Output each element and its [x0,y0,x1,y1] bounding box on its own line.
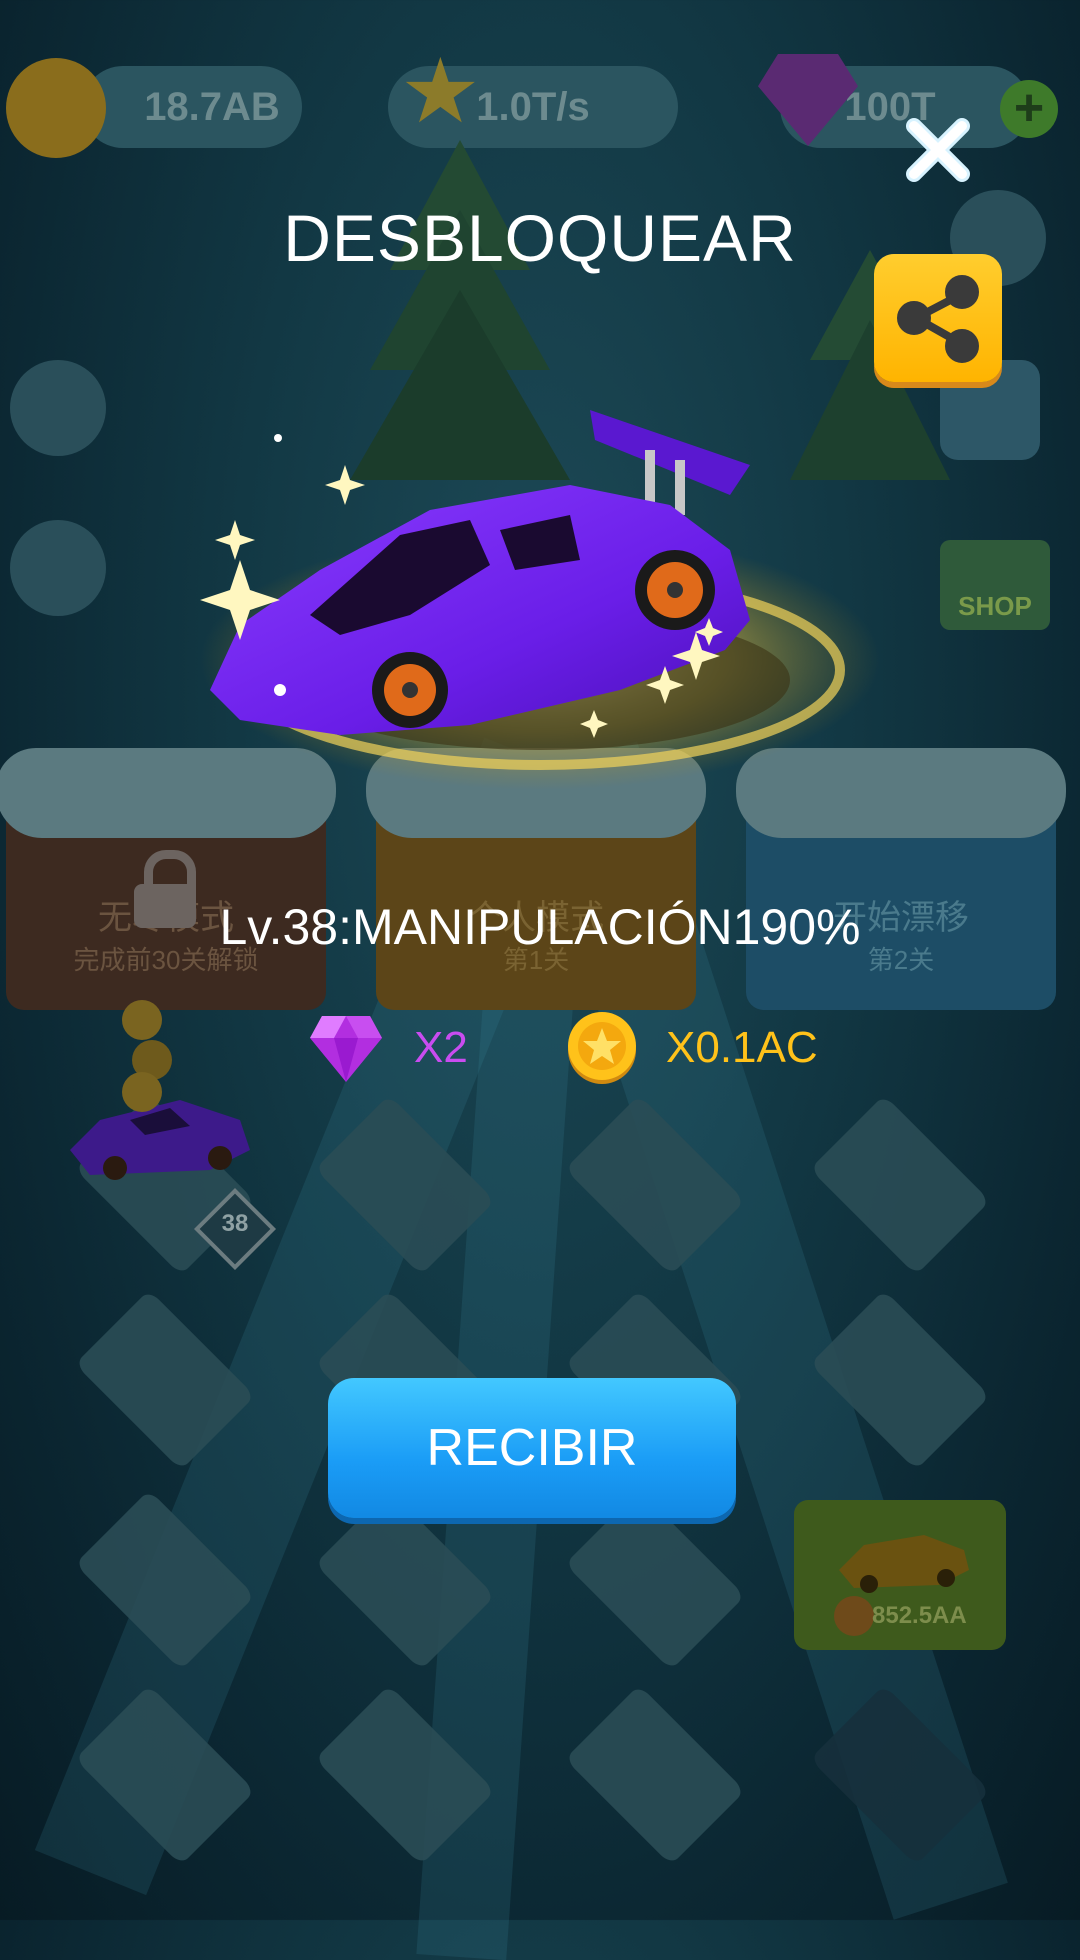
grid-slot[interactable] [809,1094,991,1276]
buy-car-button[interactable]: 852.5AA [794,1500,1006,1650]
coin-counter-value: 18.7AB [144,84,280,129]
add-gems-icon[interactable]: + [1000,80,1058,138]
side-button[interactable] [10,360,106,456]
coin-icon [568,1012,636,1084]
car-icon [839,1535,969,1593]
shop-label: SHOP [958,591,1032,621]
close-icon[interactable] [900,112,976,188]
coin-counter: 18.7AB [82,66,302,148]
receive-button[interactable]: RECIBIR [328,1378,736,1518]
coin-reward: X0.1AC [564,1010,818,1086]
gem-icon [310,1016,382,1082]
side-share-button[interactable] [10,520,106,616]
coin-stack-icon [122,1000,172,1112]
buy-price: 852.5AA [872,1602,967,1629]
car-image [200,410,880,790]
gem-reward-value: X2 [414,1023,468,1072]
receive-button-label: RECIBIR [426,1419,638,1477]
share-icon [897,275,979,363]
share-button[interactable] [874,254,1002,382]
coin-reward-value: X0.1AC [666,1023,818,1072]
grid-slot[interactable] [564,1684,746,1866]
shop-button[interactable]: SHOP [940,540,1050,630]
coin-icon [834,1596,874,1636]
coin-icon [6,58,106,158]
car-level-badge-text: 38 [221,1210,249,1237]
gem-reward: X2 [308,1010,468,1086]
level-description: Lv.38:MANIPULACIÓN190% [219,899,861,955]
